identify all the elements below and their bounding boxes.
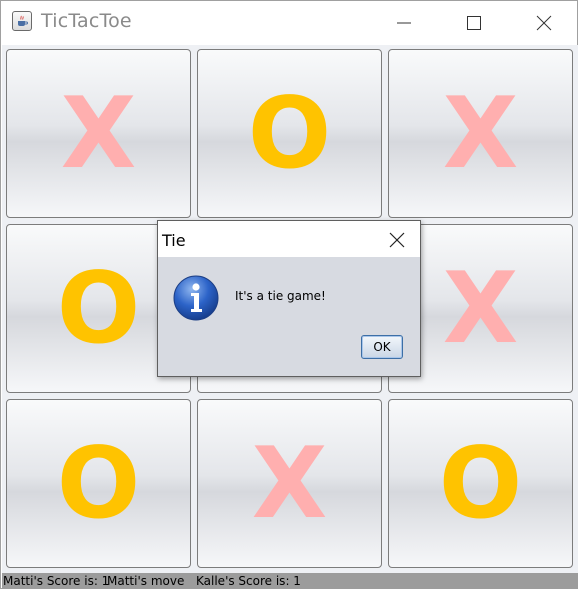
turn-indicator: Matti's move — [107, 574, 185, 588]
dialog-message: It's a tie game! — [235, 289, 326, 303]
board-cell-9[interactable]: O — [388, 399, 573, 568]
player1-score: Matti's Score is: 1 — [3, 574, 110, 588]
status-bar: Matti's Score is: 1 Matti's move Kalle's… — [2, 573, 578, 589]
window-title: TicTacToe — [41, 10, 132, 32]
dialog-title: Tie — [162, 231, 186, 250]
java-cup-icon — [12, 11, 32, 31]
tie-dialog: Tie It's a tie game! OK — [157, 220, 421, 377]
close-button[interactable] — [521, 1, 567, 45]
close-icon — [389, 232, 405, 248]
maximize-icon — [467, 16, 481, 30]
board-cell-1[interactable]: X — [6, 49, 191, 218]
board-cell-7[interactable]: O — [6, 399, 191, 568]
board-cell-2[interactable]: O — [197, 49, 382, 218]
info-icon — [173, 275, 219, 321]
board-cell-3[interactable]: X — [388, 49, 573, 218]
player2-score: Kalle's Score is: 1 — [196, 574, 301, 588]
dialog-title-bar[interactable]: Tie — [158, 221, 420, 257]
minimize-icon — [397, 22, 411, 24]
board-cell-8[interactable]: X — [197, 399, 382, 568]
dialog-close-button[interactable] — [380, 225, 414, 255]
ok-button[interactable]: OK — [361, 335, 403, 359]
title-bar[interactable]: TicTacToe — [1, 1, 577, 45]
close-icon — [536, 15, 552, 31]
maximize-button[interactable] — [451, 1, 497, 45]
minimize-button[interactable] — [381, 1, 427, 45]
